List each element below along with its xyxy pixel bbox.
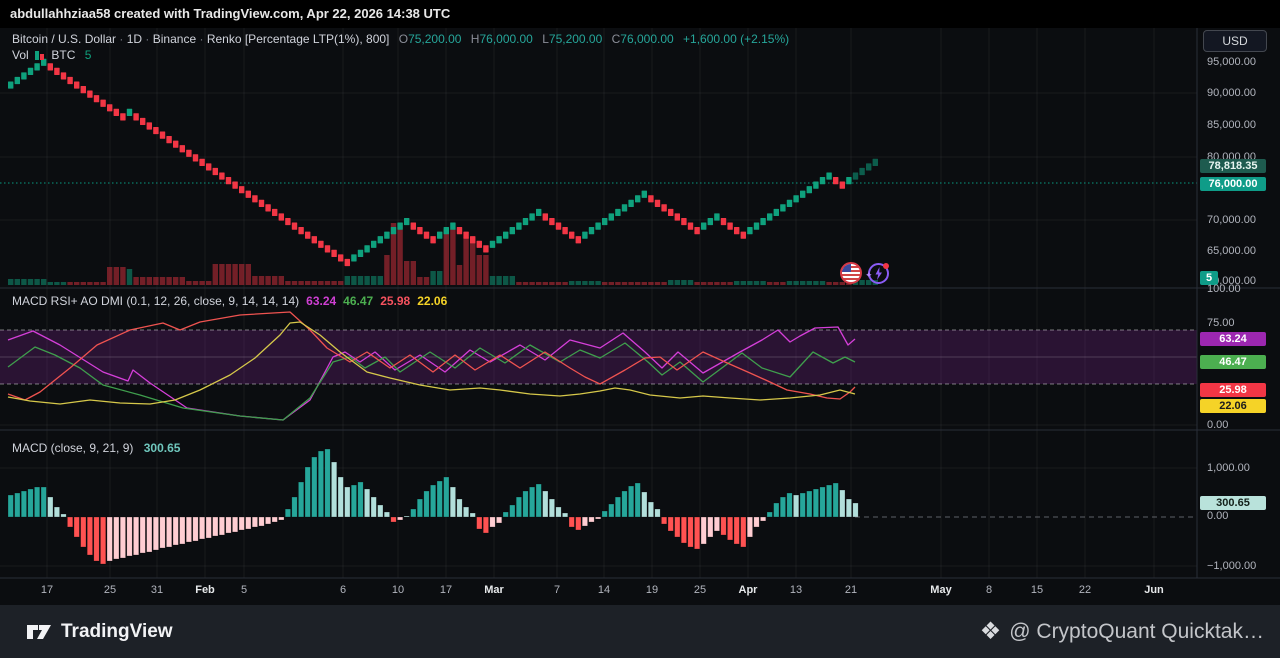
axis-label: 0.00 <box>1207 419 1229 431</box>
time-axis-label: 22 <box>1078 584 1092 596</box>
time-axis-label: 5 <box>240 584 248 596</box>
indicator-title: MACD RSI+ AO DMI (0.1, 12, 26, close, 9,… <box>12 294 300 308</box>
low-label: L <box>542 32 549 46</box>
time-axis-label: Jun <box>1144 584 1164 596</box>
axis-price-badge: 78,818.35 <box>1200 159 1266 173</box>
axis-label: 85,000.00 <box>1207 119 1256 131</box>
exchange-label: Binance <box>152 32 197 46</box>
time-axis-label: 15 <box>1030 584 1044 596</box>
axis-label: −1,000.00 <box>1207 560 1257 572</box>
symbol-header[interactable]: Bitcoin / U.S. Dollar · 1D · Binance · R… <box>12 32 789 46</box>
time-axis-label: 17 <box>40 584 54 596</box>
notification-dot <box>883 263 889 269</box>
macd-value: 300.65 <box>143 441 181 455</box>
axis-label: 100.00 <box>1207 283 1241 295</box>
indicator-value: 25.98 <box>380 294 411 308</box>
volume-symbol: BTC <box>51 48 76 62</box>
axis-price-badge: 76,000.00 <box>1200 177 1266 191</box>
time-axis-label: 6 <box>339 584 347 596</box>
axis-price-badge: 46.47 <box>1200 355 1266 369</box>
axis-label: 65,000.00 <box>1207 245 1256 257</box>
axis-label: 75.00 <box>1207 317 1235 329</box>
change-value: +1,600.00 (+2.15%) <box>683 32 790 46</box>
axis-label: 1,000.00 <box>1207 462 1250 474</box>
time-axis-label: Feb <box>195 584 215 596</box>
chart-type-label: Renko [Percentage LTP(1%), 800] <box>206 32 390 46</box>
volume-label: Vol <box>12 48 29 62</box>
axis-label: 0.00 <box>1207 510 1229 522</box>
macd-panel-header[interactable]: MACD (close, 9, 21, 9) 300.65 <box>12 441 180 455</box>
time-axis-label: 21 <box>844 584 858 596</box>
volume-mini-icon <box>35 51 45 60</box>
axis-price-badge: 25.98 <box>1200 383 1266 397</box>
sparkle-icon: ✦ <box>865 270 873 280</box>
time-axis-label: 19 <box>645 584 659 596</box>
time-axis-label: Mar <box>484 584 504 596</box>
open-label: O <box>398 32 409 46</box>
chart-canvas[interactable] <box>0 0 1280 658</box>
binance-logo-icon: ❖ <box>979 618 1002 645</box>
volume-legend[interactable]: Vol BTC 5 <box>12 48 91 62</box>
close-label: C <box>611 32 621 46</box>
time-axis-label: 7 <box>553 584 561 596</box>
time-axis-label: 25 <box>103 584 117 596</box>
time-axis-label: 8 <box>985 584 993 596</box>
tradingview-chart-window: abdullahhziaa58 created with TradingView… <box>0 0 1280 658</box>
tradingview-logo-icon <box>27 624 51 639</box>
time-axis-label: May <box>930 584 952 596</box>
attribution-text: @ CryptoQuant Quicktak… <box>1009 619 1264 643</box>
us-economic-event-icon[interactable] <box>840 262 862 284</box>
axis-label: 90,000.00 <box>1207 87 1256 99</box>
tradingview-brand[interactable]: TradingView <box>26 620 173 644</box>
indicator-panel-header[interactable]: MACD RSI+ AO DMI (0.1, 12, 26, close, 9,… <box>12 294 447 308</box>
close-value: 76,000.00 <box>620 32 674 46</box>
currency-selector-button[interactable]: USD <box>1203 30 1267 52</box>
time-axis-label: 25 <box>693 584 707 596</box>
open-value: 75,200.00 <box>408 32 462 46</box>
interval-label[interactable]: 1D <box>127 32 142 46</box>
indicator-value: 22.06 <box>417 294 448 308</box>
macd-title: MACD (close, 9, 21, 9) <box>12 441 134 455</box>
high-value: 76,000.00 <box>479 32 533 46</box>
axis-price-badge: 63.24 <box>1200 332 1266 346</box>
watermark-text: abdullahhziaa58 created with TradingView… <box>10 6 451 21</box>
axis-price-badge: 22.06 <box>1200 399 1266 413</box>
tradingview-brand-text: TradingView <box>61 620 173 642</box>
axis-label: 95,000.00 <box>1207 56 1256 68</box>
axis-price-badge: 300.65 <box>1200 496 1266 510</box>
watermark-bar: abdullahhziaa58 created with TradingView… <box>0 0 1280 28</box>
time-axis-label: 31 <box>150 584 164 596</box>
footer-bar: TradingView ❖ @ CryptoQuant Quicktak… <box>0 605 1280 658</box>
indicator-value: 46.47 <box>343 294 374 308</box>
time-axis-label: 17 <box>439 584 453 596</box>
indicator-value: 63.24 <box>306 294 337 308</box>
attribution: ❖ @ CryptoQuant Quicktak… <box>980 617 1264 646</box>
time-axis-label: 10 <box>391 584 405 596</box>
axis-label: 70,000.00 <box>1207 214 1256 226</box>
volume-value: 5 <box>84 48 92 62</box>
symbol-title[interactable]: Bitcoin / U.S. Dollar <box>12 32 116 46</box>
time-axis-label: 14 <box>597 584 611 596</box>
events-refresh-icon[interactable]: ✦ <box>865 263 889 284</box>
time-axis-label: 13 <box>789 584 803 596</box>
low-value: 75,200.00 <box>548 32 603 46</box>
time-axis-label: Apr <box>738 584 758 596</box>
